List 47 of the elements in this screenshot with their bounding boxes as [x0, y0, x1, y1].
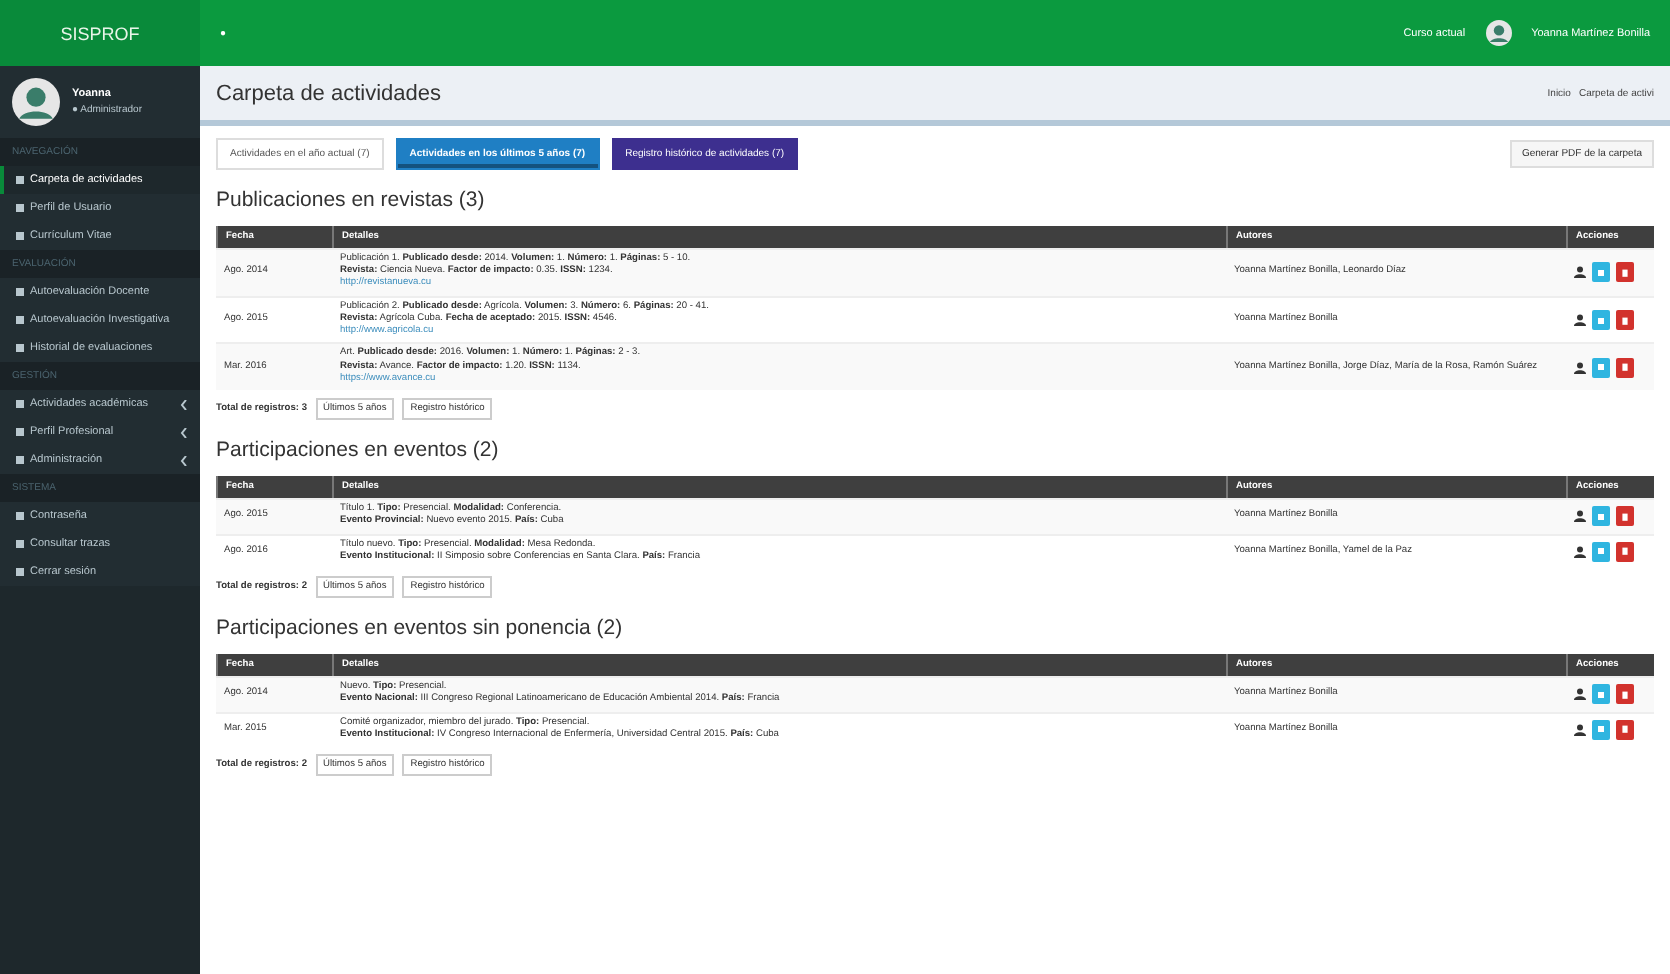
menu-item-icon: [16, 176, 24, 184]
person-icon[interactable]: [1574, 723, 1586, 736]
square-icon: [1596, 689, 1606, 700]
user-avatar: [1485, 20, 1512, 46]
trash-icon: [1620, 362, 1630, 373]
delete-button[interactable]: [1616, 719, 1634, 740]
person-icon[interactable]: [1574, 266, 1586, 279]
menu-item-icon: [16, 456, 24, 464]
person-icon[interactable]: [1574, 510, 1586, 523]
delete-button[interactable]: [1616, 541, 1634, 562]
trash-icon: [1620, 267, 1630, 278]
menu-item-icon: [16, 232, 24, 240]
menu-item-icon: [16, 512, 24, 520]
person-icon[interactable]: [1574, 314, 1586, 327]
trash-icon: [1620, 724, 1630, 735]
square-icon: [1596, 511, 1606, 522]
page-title: Carpeta de actividades: [216, 81, 442, 105]
app-logo[interactable]: SISPROF: [0, 0, 200, 66]
trash-icon: [1620, 689, 1630, 700]
menu-item-icon: [16, 400, 24, 408]
trash-icon: [1620, 511, 1630, 522]
delete-button[interactable]: [1616, 310, 1634, 331]
person-icon[interactable]: [1574, 545, 1586, 558]
menu-item-icon: [16, 344, 24, 352]
menu-item-icon: [16, 316, 24, 324]
delete-button[interactable]: [1616, 357, 1634, 378]
user-avatar: [12, 78, 60, 126]
section-title: Publicaciones en revistas (3): [216, 188, 487, 212]
square-icon: [1596, 546, 1606, 557]
person-icon[interactable]: [1574, 688, 1586, 701]
menu-item-icon: [16, 204, 24, 212]
section-title: Participaciones en eventos (2): [216, 438, 501, 463]
trash-icon: [1620, 315, 1630, 326]
menu-item-icon: [16, 540, 24, 548]
delete-button[interactable]: [1616, 506, 1634, 527]
delete-button[interactable]: [1616, 684, 1634, 705]
trash-icon: [1620, 546, 1630, 557]
menu-item-icon: [16, 428, 24, 436]
menu-item-icon: [16, 288, 24, 296]
person-icon[interactable]: [1574, 361, 1586, 374]
section-title: Participaciones en eventos sin ponencia (2): [216, 616, 625, 641]
square-icon: [1596, 724, 1606, 735]
square-icon: [1596, 267, 1606, 278]
menu-item-icon: [16, 568, 24, 576]
delete-button[interactable]: [1616, 262, 1634, 283]
square-icon: [1596, 362, 1606, 373]
square-icon: [1596, 315, 1606, 326]
